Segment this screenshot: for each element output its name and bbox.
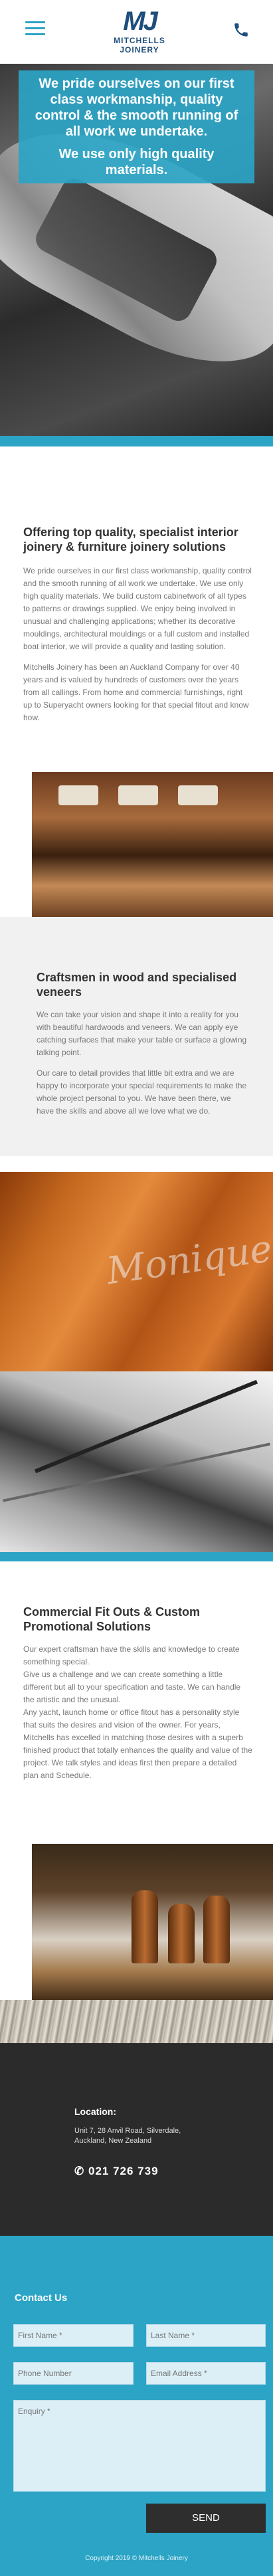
section-paragraph: Mitchells Joinery has been an Auckland C… (23, 662, 249, 722)
logo-name-line1: MITCHELLS (114, 36, 165, 45)
phone-icon[interactable] (232, 21, 250, 40)
section-paragraph: Give us a challenge and we can create so… (23, 1670, 241, 1704)
hero-line1: We pride ourselves on our first class wo… (35, 76, 238, 139)
section-paragraph: Our expert craftsman have the skills and… (23, 1644, 240, 1666)
site-logo[interactable]: MJ MITCHELLS JOINERY (113, 7, 166, 58)
location-phone-link[interactable]: ✆ 021 726 739 (74, 2165, 159, 2178)
section-paragraph: Our care to detail provides that little … (37, 1068, 247, 1116)
section-paragraph: We pride ourselves in our first class wo… (23, 566, 252, 651)
decorative-texture (0, 2000, 273, 2043)
boat-interior-image (32, 772, 273, 924)
hero-line2: We use only high quality materials. (58, 147, 215, 177)
phone-number-field[interactable]: Phone Number (13, 2362, 134, 2385)
location-title: Location: (74, 2106, 116, 2117)
location-address: Unit 7, 28 Anvil Road, Silverdale, Auckl… (74, 2126, 221, 2146)
last-name-field[interactable]: Last Name * (146, 2324, 266, 2347)
pepper-mill-image (32, 1844, 273, 2003)
email-field[interactable]: Email Address * (146, 2362, 266, 2385)
logo-mark: MJ (123, 7, 158, 36)
first-name-field[interactable]: First Name * (13, 2324, 134, 2347)
veneer-wood-image: Monique (0, 1172, 273, 1371)
accent-strip (0, 436, 273, 446)
address-line: Auckland, New Zealand (74, 2137, 152, 2145)
section-interior-joinery: Offering top quality, specialist interio… (23, 525, 252, 732)
hero-banner: We pride ourselves on our first class wo… (0, 64, 273, 440)
yacht-deck-image (0, 1371, 273, 1556)
section-paragraph: We can take your vision and shape it int… (37, 1010, 247, 1057)
accent-strip (0, 1552, 273, 1561)
contact-title: Contact Us (15, 2292, 68, 2304)
send-button[interactable]: SEND (146, 2504, 266, 2533)
footer-copyright: Copyright 2019 © Mitchells Joinery (85, 2555, 188, 2562)
section-title: Offering top quality, specialist interio… (23, 526, 238, 553)
address-line: Unit 7, 28 Anvil Road, Silverdale, (74, 2127, 181, 2135)
section-title: Commercial Fit Outs & Custom Promotional… (23, 1605, 201, 1633)
section-veneers: Craftsmen in wood and specialised veneer… (37, 970, 249, 1126)
section-paragraph: Any yacht, launch home or office fitout … (23, 1708, 252, 1780)
hero-text-box: We pride ourselves on our first class wo… (19, 70, 254, 183)
veneer-inlay-script: Monique (104, 1227, 273, 1294)
site-header: MJ MITCHELLS JOINERY (0, 0, 273, 64)
section-title: Craftsmen in wood and specialised veneer… (37, 971, 237, 999)
enquiry-textarea[interactable]: Enquiry * (13, 2400, 266, 2492)
logo-name-line2: JOINERY (120, 45, 159, 54)
location-phone-number: 021 726 739 (88, 2165, 159, 2177)
hamburger-icon[interactable] (25, 21, 45, 36)
phone-icon: ✆ (74, 2165, 85, 2177)
section-commercial: Commercial Fit Outs & Custom Promotional… (23, 1605, 252, 1790)
